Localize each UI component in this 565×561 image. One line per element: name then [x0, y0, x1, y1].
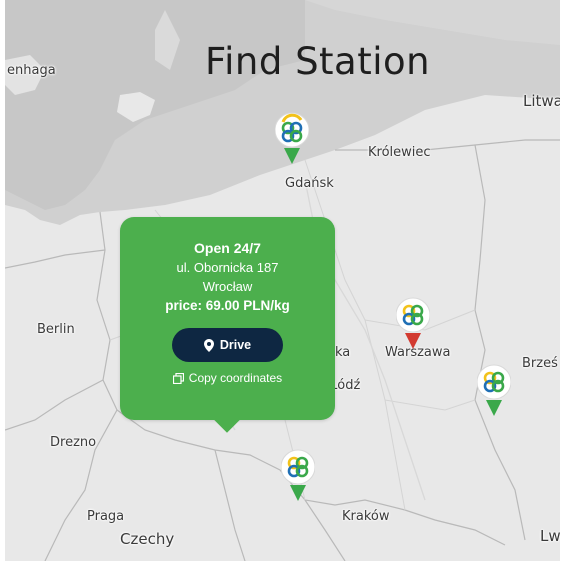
map-label-praga: Praga [87, 509, 125, 524]
station-logo-icon [280, 449, 316, 501]
station-marker-warszawa[interactable] [395, 295, 431, 353]
popup-hours: Open 24/7 [194, 240, 261, 256]
map-label-enhaga: enhaga [7, 63, 56, 78]
copy-coordinates-link[interactable]: Copy coordinates [172, 371, 283, 385]
popup-price: price: 69.00 PLN/kg [165, 298, 290, 313]
station-marker-south[interactable] [280, 447, 316, 505]
station-logo-icon [476, 364, 512, 416]
map-label-litwa: Litwa [523, 92, 560, 110]
copy-icon [172, 372, 184, 384]
copy-coordinates-label: Copy coordinates [188, 371, 283, 385]
drive-button-label: Drive [219, 338, 252, 352]
map-label-krakow: Kraków [342, 509, 390, 524]
map-label-berlin: Berlin [37, 322, 75, 337]
map-container[interactable]: enhaga Litwa Królewiec Gdańsk Berlin ka … [5, 0, 560, 561]
map-label-lwo: Lwo [540, 527, 560, 545]
station-marker-gdansk[interactable] [274, 110, 310, 168]
popup-city: Wrocław [202, 279, 253, 294]
map-label-czechy: Czechy [120, 530, 175, 548]
page-title: Find Station [205, 40, 431, 83]
map-label-brzesc: Brześ [522, 356, 558, 371]
station-marker-east[interactable] [476, 362, 512, 420]
popup-address: ul. Obornicka 187 [176, 260, 279, 275]
station-logo-icon [395, 297, 431, 349]
location-pin-icon [203, 338, 214, 352]
station-logo-icon [274, 112, 310, 164]
map-label-ka: ka [335, 345, 351, 360]
map-label-drezno: Drezno [50, 435, 97, 450]
station-popup: Open 24/7 ul. Obornicka 187 Wrocław pric… [120, 217, 335, 433]
drive-button[interactable]: Drive [172, 328, 283, 362]
map-label-krolewiec: Królewiec [368, 145, 431, 160]
map-label-gdansk: Gdańsk [285, 176, 334, 191]
